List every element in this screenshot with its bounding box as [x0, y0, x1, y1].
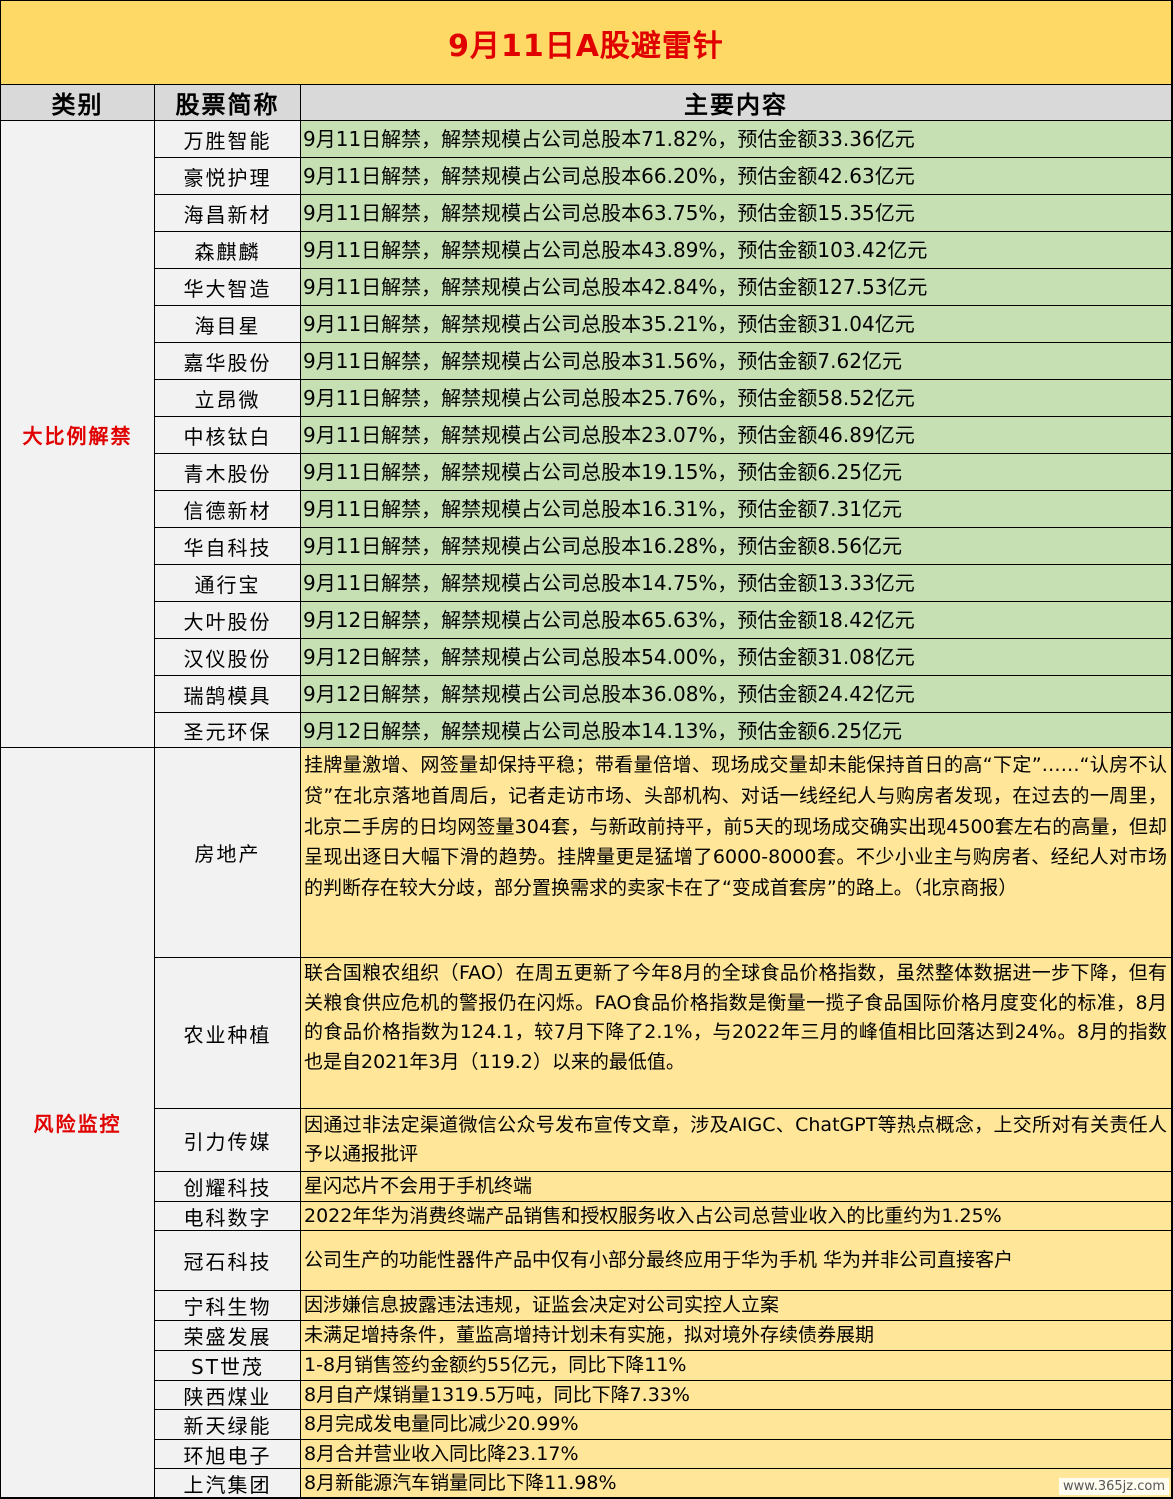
stock-name: 瑞鹄模具 — [155, 676, 301, 713]
category-risk-monitoring: 风险监控 — [1, 748, 155, 1498]
news-content: 8月新能源汽车销量同比下降11.98% — [301, 1469, 1172, 1498]
stock-name: 房地产 — [155, 748, 301, 958]
stock-content: 9月12日解禁，解禁规模占公司总股本65.63%，预估金额18.42亿元 — [301, 602, 1172, 639]
stock-name: 引力传媒 — [155, 1109, 301, 1172]
news-content: 1-8月销售签约金额约55亿元，同比下降11% — [301, 1351, 1172, 1381]
stock-content: 9月12日解禁，解禁规模占公司总股本54.00%，预估金额31.08亿元 — [301, 639, 1172, 676]
stock-name: 陕西煤业 — [155, 1381, 301, 1410]
stock-content: 9月11日解禁，解禁规模占公司总股本66.20%，预估金额42.63亿元 — [301, 158, 1172, 195]
category-large-unlock: 大比例解禁 — [1, 121, 155, 748]
stock-name: 圣元环保 — [155, 713, 301, 748]
stock-content: 9月11日解禁，解禁规模占公司总股本63.75%，预估金额15.35亿元 — [301, 195, 1172, 232]
stock-name: 荣盛发展 — [155, 1321, 301, 1351]
stock-name: 华大智造 — [155, 269, 301, 306]
stock-name: 嘉华股份 — [155, 343, 301, 380]
stock-name: 电科数字 — [155, 1202, 301, 1231]
news-content: 2022年华为消费终端产品销售和授权服务收入占公司总营业收入的比重约为1.25% — [301, 1202, 1172, 1231]
stock-content: 9月11日解禁，解禁规模占公司总股本25.76%，预估金额58.52亿元 — [301, 380, 1172, 417]
stock-content: 9月11日解禁，解禁规模占公司总股本31.56%，预估金额7.62亿元 — [301, 343, 1172, 380]
stock-name: 豪悦护理 — [155, 158, 301, 195]
news-content: 因通过非法定渠道微信公众号发布宣传文章，涉及AIGC、ChatGPT等热点概念，… — [301, 1109, 1172, 1172]
news-content: 公司生产的功能性器件产品中仅有小部分最终应用于华为手机 华为并非公司直接客户 — [301, 1231, 1172, 1291]
stock-content: 9月11日解禁，解禁规模占公司总股本42.84%，预估金额127.53亿元 — [301, 269, 1172, 306]
news-content: 联合国粮农组织（FAO）在周五更新了今年8月的全球食品价格指数，虽然整体数据进一… — [301, 958, 1172, 1109]
news-content: 8月合并营业收入同比降23.17% — [301, 1440, 1172, 1469]
stock-name: 农业种植 — [155, 958, 301, 1109]
stock-name: 大叶股份 — [155, 602, 301, 639]
table-title: 9月11日A股避雷针 — [1, 1, 1172, 85]
stock-name: 冠石科技 — [155, 1231, 301, 1291]
stock-name: 汉仪股份 — [155, 639, 301, 676]
stock-name: 立昂微 — [155, 380, 301, 417]
news-content: 未满足增持条件，董监高增持计划未有实施，拟对境外存续债券展期 — [301, 1321, 1172, 1351]
stock-name: 环旭电子 — [155, 1440, 301, 1469]
stock-name: 森麒麟 — [155, 232, 301, 269]
stock-name: 青木股份 — [155, 454, 301, 491]
header-category: 类别 — [1, 85, 155, 121]
stock-content: 9月11日解禁，解禁规模占公司总股本19.15%，预估金额6.25亿元 — [301, 454, 1172, 491]
header-stock-name: 股票简称 — [155, 85, 301, 121]
stock-content: 9月11日解禁，解禁规模占公司总股本43.89%，预估金额103.42亿元 — [301, 232, 1172, 269]
stock-content: 9月11日解禁，解禁规模占公司总股本16.31%，预估金额7.31亿元 — [301, 491, 1172, 528]
stock-name: 新天绿能 — [155, 1410, 301, 1440]
stock-name: ST世茂 — [155, 1351, 301, 1381]
stock-name: 海昌新材 — [155, 195, 301, 232]
stock-warning-table: 9月11日A股避雷针 类别 股票简称 主要内容 大比例解禁 万胜智能 9月11日… — [0, 0, 1173, 1499]
stock-name: 中核钛白 — [155, 417, 301, 454]
news-content: 因涉嫌信息披露违法违规，证监会决定对公司实控人立案 — [301, 1291, 1172, 1321]
stock-content: 9月11日解禁，解禁规模占公司总股本35.21%，预估金额31.04亿元 — [301, 306, 1172, 343]
news-content: 8月完成发电量同比减少20.99% — [301, 1410, 1172, 1440]
stock-name: 创耀科技 — [155, 1172, 301, 1202]
stock-content: 9月11日解禁，解禁规模占公司总股本71.82%，预估金额33.36亿元 — [301, 121, 1172, 158]
news-content: 挂牌量激增、网签量却保持平稳；带看量倍增、现场成交量却未能保持首日的高“下定”…… — [301, 748, 1172, 958]
stock-name: 上汽集团 — [155, 1469, 301, 1498]
stock-name: 万胜智能 — [155, 121, 301, 158]
header-main-content: 主要内容 — [301, 85, 1172, 121]
stock-name: 通行宝 — [155, 565, 301, 602]
stock-name: 海目星 — [155, 306, 301, 343]
news-content: 星闪芯片不会用于手机终端 — [301, 1172, 1172, 1202]
website-watermark: www.365jz.com — [1059, 1478, 1169, 1495]
stock-content: 9月12日解禁，解禁规模占公司总股本36.08%，预估金额24.42亿元 — [301, 676, 1172, 713]
stock-name: 信德新材 — [155, 491, 301, 528]
stock-content: 9月11日解禁，解禁规模占公司总股本23.07%，预估金额46.89亿元 — [301, 417, 1172, 454]
stock-content: 9月12日解禁，解禁规模占公司总股本14.13%，预估金额6.25亿元 — [301, 713, 1172, 748]
stock-content: 9月11日解禁，解禁规模占公司总股本16.28%，预估金额8.56亿元 — [301, 528, 1172, 565]
news-content: 8月自产煤销量1319.5万吨，同比下降7.33% — [301, 1381, 1172, 1410]
stock-content: 9月11日解禁，解禁规模占公司总股本14.75%，预估金额13.33亿元 — [301, 565, 1172, 602]
stock-name: 宁科生物 — [155, 1291, 301, 1321]
stock-name: 华自科技 — [155, 528, 301, 565]
